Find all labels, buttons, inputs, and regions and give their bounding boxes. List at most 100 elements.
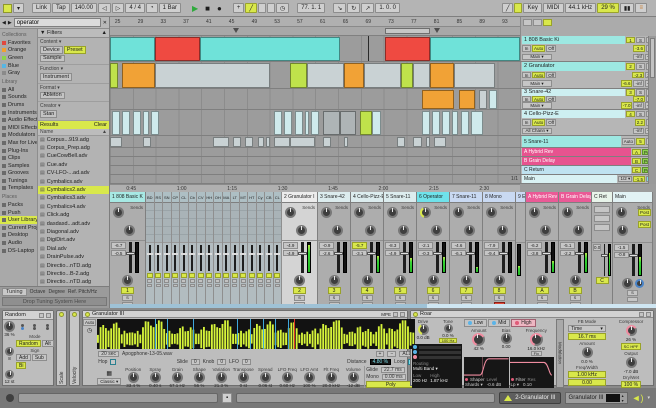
send-b-knob[interactable] [540, 225, 551, 236]
knob-control[interactable] [260, 372, 271, 383]
browser-back-icon[interactable]: ◀ [2, 20, 6, 26]
arrangement-clip[interactable] [233, 137, 241, 147]
arrangement-clip[interactable] [200, 37, 339, 61]
send-value-box[interactable] [594, 224, 610, 231]
pad-solo[interactable] [224, 279, 229, 283]
clip-area[interactable] [110, 148, 520, 156]
scale-activator-led[interactable] [59, 312, 64, 317]
beat-time-ruler[interactable]: 252933374145495357616569737781858993 [110, 17, 520, 27]
arr-overview-button[interactable] [523, 19, 532, 26]
volume-fader[interactable] [632, 244, 635, 276]
pad-solo[interactable] [266, 279, 271, 283]
solo-button[interactable]: S [570, 295, 581, 301]
send-a-knob[interactable] [321, 207, 332, 218]
random-sign-bi[interactable]: Bi [16, 362, 26, 369]
speaker-dropdown-icon[interactable]: ▾ [647, 395, 650, 401]
mixer-track-tab[interactable]: 7 Snare-11 [450, 192, 482, 203]
pad-fader[interactable] [200, 245, 202, 271]
arrangement-clip[interactable] [305, 111, 309, 135]
roar-routing-menu[interactable]: Multi Band ▾ [413, 366, 461, 372]
loop-length-display[interactable]: 1. 0. 0 [375, 3, 400, 13]
volume-fader[interactable] [129, 242, 132, 273]
output-routing-menu[interactable]: Main ▾ [522, 102, 552, 109]
granulator-save-icon[interactable] [400, 312, 405, 317]
filters-sort-icon[interactable]: ▲ [102, 30, 107, 36]
arrangement-clip[interactable] [452, 111, 458, 135]
pad-tab[interactable]: Cy [257, 192, 265, 203]
granulator-glide-value[interactable]: 22.7 ms [381, 367, 405, 373]
arrangement-clip[interactable] [290, 137, 315, 147]
pad-arm[interactable] [207, 284, 212, 288]
sidebar-item-sounds[interactable]: Sounds [0, 94, 37, 102]
pad-activator[interactable] [198, 273, 204, 278]
send-a-knob[interactable] [486, 207, 497, 218]
track-name[interactable]: A Hybrid Rev [522, 148, 631, 156]
pad-solo[interactable] [173, 279, 178, 283]
pad-activator[interactable] [223, 273, 229, 278]
send-value[interactable]: -inf [633, 80, 643, 87]
pad-fader[interactable] [268, 245, 270, 271]
peak-value-box[interactable]: -2.6 [319, 250, 334, 257]
pad-arm[interactable] [232, 284, 237, 288]
pad-fader[interactable] [217, 245, 219, 271]
arrangement-clip[interactable] [323, 137, 331, 147]
results-clear-button[interactable]: Clear [94, 122, 107, 128]
send-a-knob[interactable] [453, 207, 464, 218]
knob-control[interactable] [304, 372, 315, 383]
roar-save-icon[interactable] [646, 312, 651, 317]
monitor-auto[interactable]: Auto [532, 72, 545, 79]
pad-arm[interactable] [147, 284, 152, 288]
stop-button[interactable]: ■ [202, 3, 213, 13]
solo-button[interactable]: S [636, 111, 645, 118]
sidebar-item-modulators[interactable]: Modulators [0, 132, 37, 140]
loop-switch[interactable]: ↻ [347, 3, 360, 13]
pad-tab[interactable]: CV [197, 192, 205, 203]
mixer-track-tab[interactable]: 1 808 Basic K [110, 192, 145, 203]
pan-knob[interactable] [461, 275, 472, 286]
pad-fader[interactable] [208, 245, 210, 271]
push-dropdown[interactable]: ▾ [13, 3, 24, 13]
file-row[interactable]: ▤Corpus...919.adg [38, 136, 109, 144]
pan-knob[interactable] [494, 275, 505, 286]
draw-icon[interactable]: ╱ [502, 3, 514, 13]
pad-solo[interactable] [258, 279, 263, 283]
pad-activator[interactable] [257, 273, 263, 278]
output-routing-menu[interactable]: 1/2 ▾ [618, 176, 632, 183]
track-activator[interactable]: B [569, 287, 582, 294]
track-activator[interactable]: C [632, 167, 641, 174]
pad-tab[interactable]: CL [274, 192, 282, 203]
granulator-clock-icon[interactable]: ◷ [87, 327, 92, 334]
locator-marker[interactable] [434, 28, 440, 33]
roar-amount-value[interactable]: 42 % [474, 346, 484, 351]
solo-button[interactable]: S [636, 37, 645, 44]
pad-fader[interactable] [157, 245, 159, 271]
volume-value-box[interactable]: -4.6 [451, 242, 466, 249]
arrangement-clip[interactable] [110, 37, 155, 61]
arrangement-clip[interactable] [432, 111, 440, 135]
sidebar-item-grooves[interactable]: Grooves [0, 170, 37, 178]
solo-button[interactable]: S [428, 295, 439, 301]
pad-arm[interactable] [215, 284, 220, 288]
file-row[interactable]: ▤DrainPulse.adv [38, 253, 109, 261]
send-a-knob[interactable] [562, 207, 573, 218]
clip-area[interactable] [110, 62, 520, 88]
volume-value-box[interactable]: -4.9 [283, 242, 298, 249]
capture-midi-button[interactable]: + [233, 3, 245, 13]
granulator-mpe-label[interactable]: MPE [381, 312, 391, 317]
arrangement-clip[interactable] [295, 111, 303, 135]
arrangement-clip[interactable] [489, 90, 497, 109]
monitor-in[interactable]: In [522, 96, 531, 103]
loop-start-button[interactable]: ↘ [333, 3, 346, 13]
volume-fader[interactable] [469, 242, 472, 273]
send-value[interactable]: -inf [633, 128, 643, 135]
pan-knob[interactable] [122, 275, 133, 286]
send-value[interactable]: -inf [633, 102, 643, 109]
mixer-track-tab[interactable]: A Hybrid Rev [526, 192, 558, 203]
peak-value-box[interactable]: -2.2 [560, 250, 575, 257]
filter-chip-sample[interactable]: Sample [40, 55, 65, 63]
send-b-knob[interactable] [398, 225, 409, 236]
track-activator[interactable]: C [596, 277, 609, 284]
granulator-mono-value[interactable]: 0.00 ms [382, 374, 406, 380]
pad-solo[interactable] [198, 279, 203, 283]
monitor-auto[interactable]: Auto [532, 96, 545, 103]
